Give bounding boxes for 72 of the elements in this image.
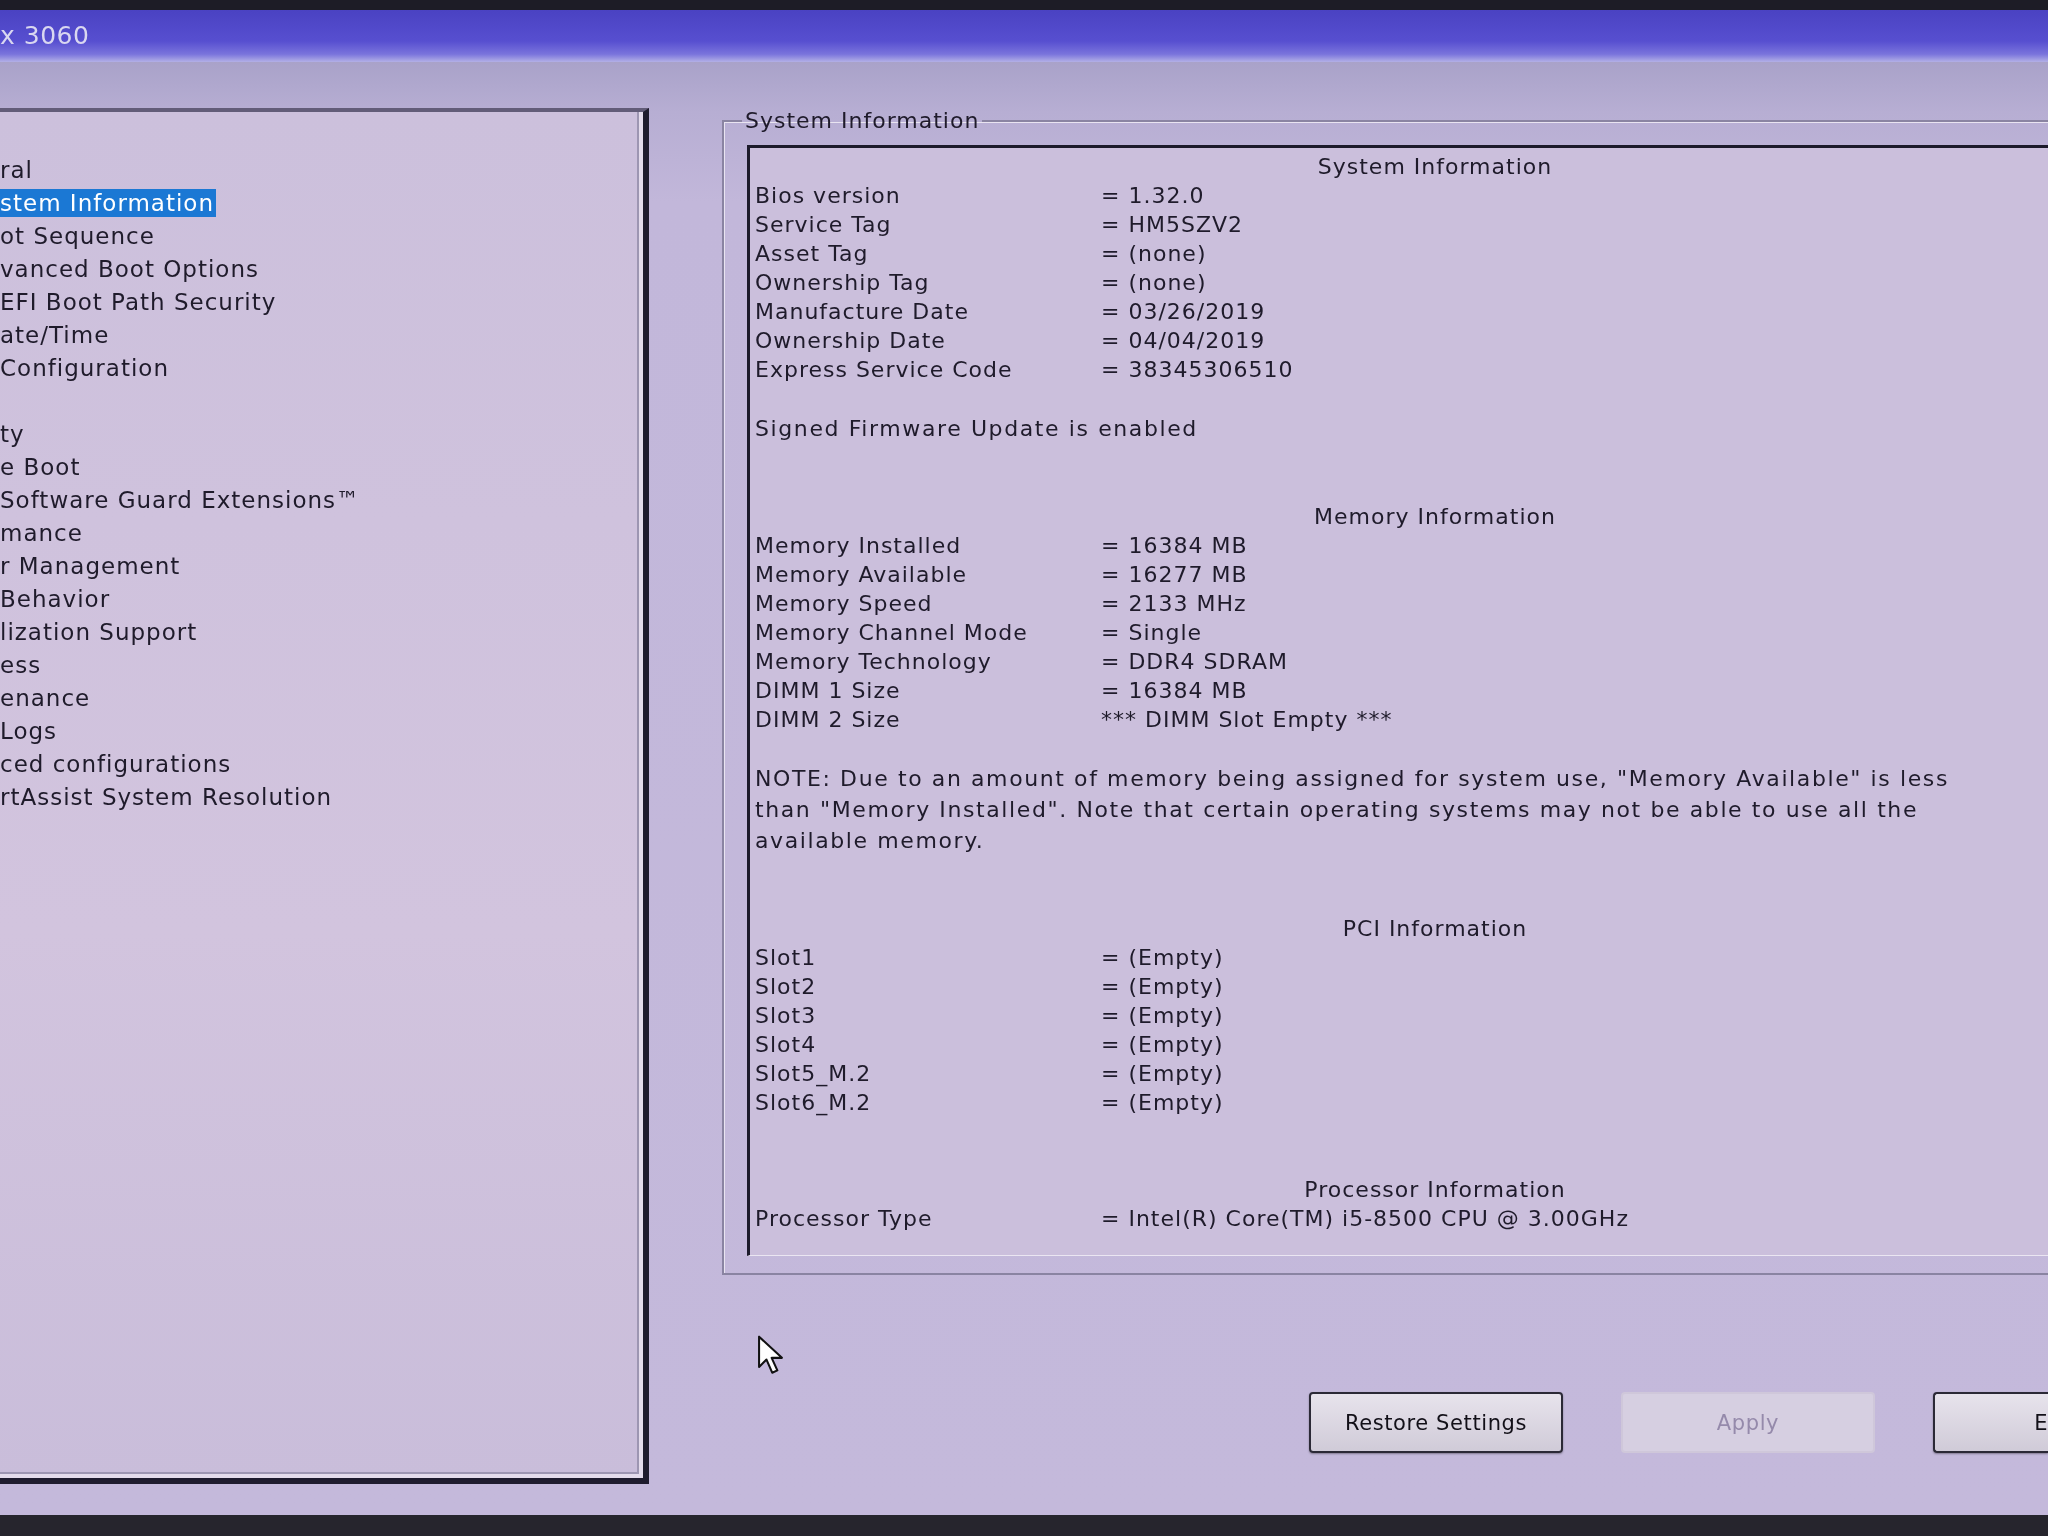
field-label: Asset Tag [755,241,869,266]
field-value: = (none) [1101,269,1207,297]
mouse-pointer-icon [757,1335,784,1375]
field-label: Slot3 [755,1003,817,1028]
sidebar-item[interactable]: ate/Time [0,321,112,349]
sidebar-item[interactable]: enance [0,684,93,712]
section-heading: PCI Information [1342,916,1528,941]
field-value: = (Empty) [1101,1089,1224,1117]
field-label: DIMM 1 Size [755,678,901,703]
field-label: DIMM 2 Size [755,707,901,732]
field-value: = DDR4 SDRAM [1101,648,1288,676]
sidebar-item[interactable]: lization Support [0,618,200,646]
field-label: Manufacture Date [755,299,969,324]
sidebar-item[interactable]: Behavior [0,585,113,613]
field-value: = (Empty) [1101,1002,1224,1030]
field-label: Memory Technology [755,649,992,674]
sidebar-item[interactable]: stem Information [0,189,216,217]
field-label: Service Tag [755,212,892,237]
field-label: Processor Type [755,1206,933,1231]
field-value: = Intel(R) Core(TM) i5-8500 CPU @ 3.00GHz [1101,1205,1629,1233]
field-value: *** DIMM Slot Empty *** [1101,706,1393,734]
field-label: Slot6_M.2 [755,1090,872,1115]
field-value: = (none) [1101,240,1207,268]
field-value: = 1.32.0 [1101,182,1205,210]
dialog-button[interactable]: E [1933,1392,2048,1453]
sidebar-item[interactable]: ced configurations [0,750,234,778]
sidebar-item[interactable]: mance [0,519,85,547]
sidebar-item[interactable]: vanced Boot Options [0,255,261,283]
sidebar-item[interactable]: rtAssist System Resolution [0,783,335,811]
field-label: Slot5_M.2 [755,1061,872,1086]
dialog-button[interactable]: Restore Settings [1309,1392,1563,1453]
sidebar-item[interactable]: e Boot [0,453,83,481]
field-label: Express Service Code [755,357,1013,382]
sidebar-item[interactable]: ral [0,156,35,184]
sidebar-item[interactable]: r Management [0,552,183,580]
section-heading: Memory Information [1314,504,1556,529]
field-value: = (Empty) [1101,973,1224,1001]
field-value: = 2133 MHz [1101,590,1247,618]
sidebar-item[interactable]: ess [0,651,44,679]
sidebar-item[interactable]: Configuration [0,354,171,382]
window-title: x 3060 [0,21,90,51]
field-label: Memory Channel Mode [755,620,1028,645]
field-label: Slot2 [755,974,817,999]
section-heading: Processor Information [1304,1177,1566,1202]
sidebar-item[interactable]: Software Guard Extensions™ [0,486,363,514]
field-value: = 16384 MB [1101,677,1248,705]
field-label: Slot4 [755,1032,817,1057]
sidebar-item[interactable]: ot Sequence [0,222,157,250]
field-value: = (Empty) [1101,944,1224,972]
field-value: = Single [1101,619,1203,647]
sidebar-item[interactable]: EFI Boot Path Security [0,288,279,316]
field-label: Slot1 [755,945,817,970]
section-heading: System Information [1317,154,1553,179]
field-label: Ownership Tag [755,270,930,295]
field-value: = 38345306510 [1101,356,1294,384]
field-label: Bios version [755,183,901,208]
field-value: = (Empty) [1101,1060,1224,1088]
field-value: = 03/26/2019 [1101,298,1266,326]
sidebar-item[interactable]: Logs [0,717,60,745]
note-text: Signed Firmware Update is enabled [755,415,1198,443]
field-value: = (Empty) [1101,1031,1224,1059]
group-title: System Information [744,107,981,135]
field-label: Memory Speed [755,591,933,616]
field-value: = 04/04/2019 [1101,327,1266,355]
field-value: = 16277 MB [1101,561,1248,589]
field-label: Memory Available [755,562,968,587]
field-value: = 16384 MB [1101,532,1248,560]
field-value: = HM5SZV2 [1101,211,1244,239]
field-label: Ownership Date [755,328,946,353]
note-text: NOTE: Due to an amount of memory being assigned for system use, "Memory Available" is less than "Memory Installed". Note that certain operating systems may not be able to use all the available memory. [755,765,1950,855]
field-label: Memory Installed [755,533,962,558]
sidebar-item[interactable]: ty [0,420,27,448]
